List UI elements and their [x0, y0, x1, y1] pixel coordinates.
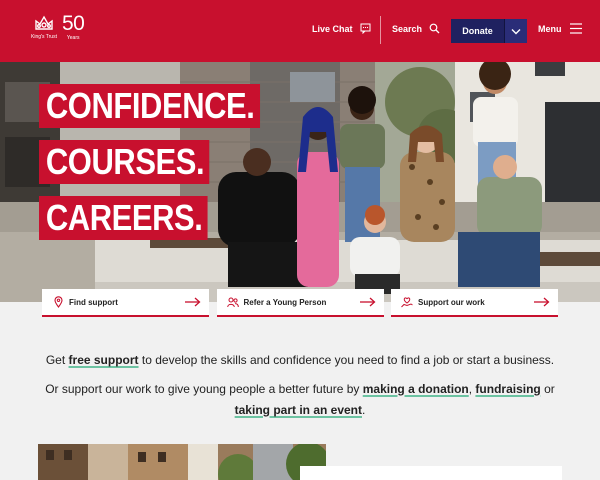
location-pin-icon — [52, 296, 64, 308]
arrow-right-icon — [359, 297, 375, 307]
menu-label: Menu — [538, 23, 562, 34]
menu-button[interactable]: Menu — [538, 23, 582, 34]
logo-name: King's Trust — [31, 34, 57, 40]
intro-text-segment: Or support our work to give young people… — [45, 382, 363, 396]
feature-image — [38, 444, 326, 480]
search-icon — [429, 23, 440, 34]
arrow-right-icon — [185, 297, 201, 307]
arrow-right-icon — [534, 297, 550, 307]
support-our-work-card[interactable]: Support our work — [391, 289, 558, 317]
crown-icon — [35, 15, 53, 30]
donate-button[interactable]: Donate — [451, 19, 504, 43]
anniversary-mark: 50 Years — [62, 12, 85, 41]
hero-headline-1: CONFIDENCE. — [39, 84, 260, 128]
crown-logo: King's Trust — [30, 14, 58, 40]
feature-card — [300, 466, 562, 480]
live-chat-label: Live Chat — [312, 23, 353, 34]
hamburger-icon — [569, 23, 582, 34]
people-icon — [226, 296, 239, 308]
feature-photo — [38, 444, 326, 480]
heart-hand-icon — [401, 296, 413, 308]
anniversary-number: 50 — [62, 12, 85, 35]
taking-part-in-an-event-link[interactable]: taking part in an event — [235, 403, 362, 417]
making-a-donation-link[interactable]: making a donation — [363, 382, 469, 396]
chat-icon — [360, 23, 371, 34]
intro-paragraph-2: Or support our work to give young people… — [0, 379, 600, 421]
intro-text-segment: or — [540, 382, 555, 396]
fundraising-link[interactable]: fundraising — [475, 382, 540, 396]
intro-text-segment: to develop the skills and confidence you… — [138, 353, 555, 367]
intro-text: Get free support to develop the skills a… — [0, 350, 600, 429]
refer-young-person-label: Refer a Young Person — [243, 297, 327, 307]
chevron-down-icon — [511, 28, 521, 34]
intro-paragraph-1: Get free support to develop the skills a… — [0, 350, 600, 371]
intro-text-segment: Get — [45, 353, 69, 367]
donate-group: Donate — [451, 19, 527, 43]
site-header: King's Trust 50 Years Live Chat Search D… — [0, 0, 600, 62]
nav-divider — [380, 16, 381, 44]
find-support-card[interactable]: Find support — [42, 289, 209, 317]
kings-trust-logo[interactable]: King's Trust 50 Years — [30, 12, 85, 41]
free-support-link[interactable]: free support — [69, 353, 139, 367]
support-our-work-label: Support our work — [418, 297, 485, 307]
live-chat-link[interactable]: Live Chat — [312, 23, 371, 34]
intro-text-segment: . — [362, 403, 366, 417]
anniversary-years: Years — [66, 35, 80, 41]
hero-headline-3: CAREERS. — [39, 196, 208, 240]
search-label: Search — [392, 23, 423, 34]
quick-links: Find support Refer a Young Person Suppor… — [42, 289, 558, 317]
hero-headline-2: COURSES. — [39, 140, 210, 184]
search-button[interactable]: Search — [392, 23, 440, 34]
find-support-label: Find support — [69, 297, 118, 307]
donate-dropdown-button[interactable] — [504, 19, 527, 43]
refer-young-person-card[interactable]: Refer a Young Person — [216, 289, 384, 317]
hero-banner: CONFIDENCE. COURSES. CAREERS. — [0, 62, 600, 302]
